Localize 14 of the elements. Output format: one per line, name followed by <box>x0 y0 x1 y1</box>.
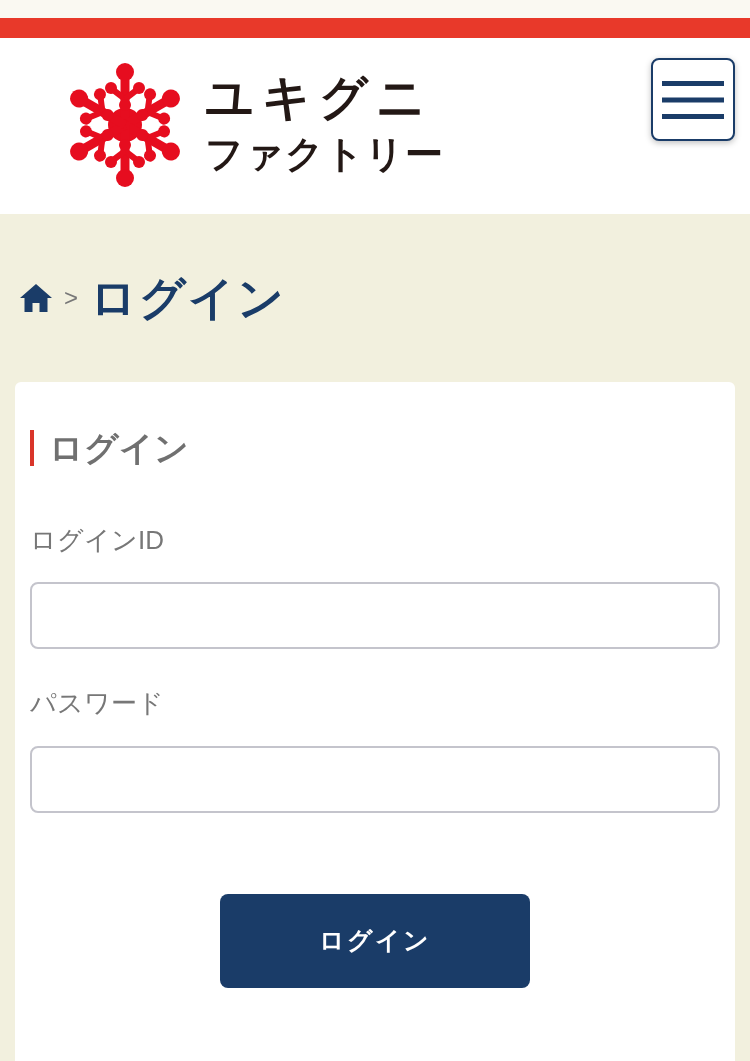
input-field[interactable] <box>30 746 720 813</box>
input-field[interactable] <box>30 582 720 649</box>
menu-icon <box>662 80 724 119</box>
field-label: ログインID <box>30 525 164 555</box>
card-title: ログイン <box>30 430 720 466</box>
login-button[interactable]: ログイン <box>220 894 530 988</box>
brand-name: ユキグニ <box>205 73 434 123</box>
brand-subtitle: ファクトリー <box>205 132 444 177</box>
field-label: パスワード <box>30 688 164 718</box>
breadcrumb-separator: > <box>64 284 78 312</box>
home-icon[interactable] <box>20 284 52 312</box>
menu-button[interactable] <box>651 58 735 141</box>
snowflake-logo-icon[interactable] <box>68 62 182 188</box>
page-title: ログイン <box>90 274 286 322</box>
